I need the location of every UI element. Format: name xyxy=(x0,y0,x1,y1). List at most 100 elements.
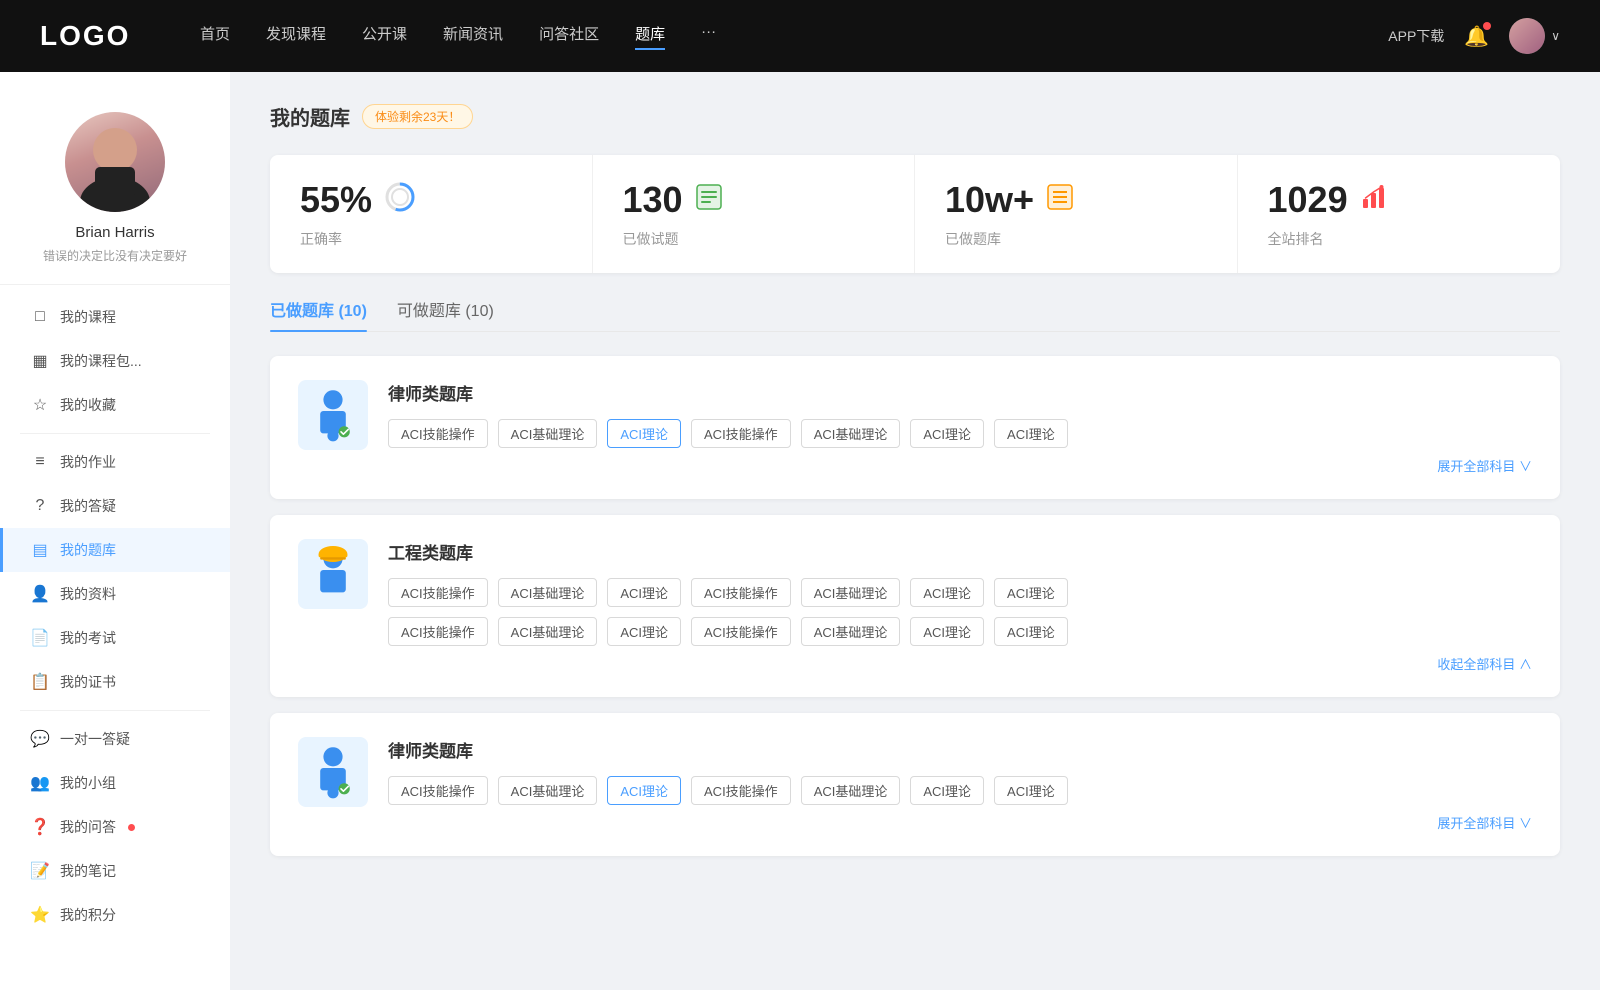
collapse-btn-2[interactable]: 收起全部科目 ∧ xyxy=(388,654,1532,673)
tag-3-6[interactable]: ACI理论 xyxy=(994,776,1068,805)
sidebar-item-qa[interactable]: ? 我的答疑 xyxy=(0,484,230,528)
stat-banks-done: 10w+ 已做题库 xyxy=(915,155,1238,273)
stat-top: 55% xyxy=(300,179,562,221)
sidebar-item-my-course[interactable]: □ 我的课程 xyxy=(0,295,230,339)
sidebar-item-label: 我的考试 xyxy=(60,628,116,648)
qbank-icon: ▤ xyxy=(30,540,50,560)
notification-icon[interactable]: 🔔 xyxy=(1464,24,1489,49)
tag-2b-3[interactable]: ACI技能操作 xyxy=(691,617,791,646)
tag-1-1[interactable]: ACI基础理论 xyxy=(498,419,598,448)
tag-2-0[interactable]: ACI技能操作 xyxy=(388,578,488,607)
sidebar-divider-2 xyxy=(20,710,210,711)
nav-news[interactable]: 新闻资讯 xyxy=(443,23,503,50)
sidebar-item-label: 我的题库 xyxy=(60,540,116,560)
main-nav: 首页 发现课程 公开课 新闻资讯 问答社区 题库 ··· xyxy=(200,23,1388,50)
page-title-row: 我的题库 体验剩余23天！ xyxy=(270,102,1560,131)
nav-open-course[interactable]: 公开课 xyxy=(362,23,407,50)
sidebar-item-notes[interactable]: 📝 我的笔记 xyxy=(0,849,230,893)
sidebar-item-exam[interactable]: 📄 我的考试 xyxy=(0,616,230,660)
expand-btn-3[interactable]: 展开全部科目 ∨ xyxy=(388,813,1532,832)
sidebar-item-group[interactable]: 👥 我的小组 xyxy=(0,761,230,805)
sidebar-item-label: 我的收藏 xyxy=(60,395,116,415)
stat-num-questions: 130 xyxy=(623,179,683,221)
certificate-icon: 📋 xyxy=(30,672,50,692)
tag-3-2[interactable]: ACI理论 xyxy=(607,776,681,805)
nav-qbank[interactable]: 题库 xyxy=(635,23,665,50)
notes-icon: 📝 xyxy=(30,861,50,881)
trial-badge: 体验剩余23天！ xyxy=(362,104,473,129)
tag-3-4[interactable]: ACI基础理论 xyxy=(801,776,901,805)
tag-2-5[interactable]: ACI理论 xyxy=(910,578,984,607)
tag-1-4[interactable]: ACI基础理论 xyxy=(801,419,901,448)
user-avatar xyxy=(1509,18,1545,54)
points-icon: ⭐ xyxy=(30,905,50,925)
app-download-btn[interactable]: APP下载 xyxy=(1388,26,1444,46)
qbank-body-3: 律师类题库 ACI技能操作 ACI基础理论 ACI理论 ACI技能操作 ACI基… xyxy=(388,737,1532,832)
tag-2b-2[interactable]: ACI理论 xyxy=(607,617,681,646)
expand-btn-1[interactable]: 展开全部科目 ∨ xyxy=(388,456,1532,475)
star-icon: ☆ xyxy=(30,395,50,415)
profile-motto: 错误的决定比没有决定要好 xyxy=(43,247,187,264)
banks-icon xyxy=(1046,183,1074,217)
tag-2-3[interactable]: ACI技能操作 xyxy=(691,578,791,607)
nav-qa[interactable]: 问答社区 xyxy=(539,23,599,50)
tag-1-5[interactable]: ACI理论 xyxy=(910,419,984,448)
sidebar-item-course-pack[interactable]: ▦ 我的课程包... xyxy=(0,339,230,383)
tag-2-6[interactable]: ACI理论 xyxy=(994,578,1068,607)
tag-2b-5[interactable]: ACI理论 xyxy=(910,617,984,646)
qbank-tags-row2: ACI技能操作 ACI基础理论 ACI理论 ACI技能操作 ACI基础理论 AC… xyxy=(388,617,1532,646)
tag-2b-4[interactable]: ACI基础理论 xyxy=(801,617,901,646)
stat-top-4: 1029 xyxy=(1268,179,1531,221)
tag-2b-6[interactable]: ACI理论 xyxy=(994,617,1068,646)
sidebar-item-label: 我的课程包... xyxy=(60,351,142,371)
tag-2-4[interactable]: ACI基础理论 xyxy=(801,578,901,607)
sidebar-item-tutor[interactable]: 💬 一对一答疑 xyxy=(0,717,230,761)
user-avatar-menu[interactable]: ∨ xyxy=(1509,18,1560,54)
sidebar-item-certificate[interactable]: 📋 我的证书 xyxy=(0,660,230,704)
stat-accuracy: 55% 正确率 xyxy=(270,155,593,273)
tag-3-1[interactable]: ACI基础理论 xyxy=(498,776,598,805)
tag-1-3[interactable]: ACI技能操作 xyxy=(691,419,791,448)
qbank-header: 律师类题库 ACI技能操作 ACI基础理论 ACI理论 ACI技能操作 ACI基… xyxy=(298,380,1532,475)
sidebar-item-my-qa[interactable]: ❓ 我的问答 xyxy=(0,805,230,849)
logo: LOGO xyxy=(40,20,160,52)
sidebar-item-points[interactable]: ⭐ 我的积分 xyxy=(0,893,230,937)
sidebar-item-homework[interactable]: ≡ 我的作业 xyxy=(0,440,230,484)
exam-icon: 📄 xyxy=(30,628,50,648)
tag-2b-1[interactable]: ACI基础理论 xyxy=(498,617,598,646)
tag-2-1[interactable]: ACI基础理论 xyxy=(498,578,598,607)
profile-icon: 👤 xyxy=(30,584,50,604)
tag-1-0[interactable]: ACI技能操作 xyxy=(388,419,488,448)
stat-label-questions: 已做试题 xyxy=(623,229,885,249)
tab-available-banks[interactable]: 可做题库 (10) xyxy=(397,297,494,331)
tag-2b-0[interactable]: ACI技能操作 xyxy=(388,617,488,646)
nav-discover[interactable]: 发现课程 xyxy=(266,23,326,50)
sidebar-item-label: 我的答疑 xyxy=(60,496,116,516)
sidebar-item-qbank[interactable]: ▤ 我的题库 xyxy=(0,528,230,572)
sidebar-item-profile[interactable]: 👤 我的资料 xyxy=(0,572,230,616)
tag-1-2[interactable]: ACI理论 xyxy=(607,419,681,448)
stat-label-rank: 全站排名 xyxy=(1268,229,1531,249)
nav-home[interactable]: 首页 xyxy=(200,23,230,50)
sidebar-item-label: 我的积分 xyxy=(60,905,116,925)
sidebar-item-label: 我的小组 xyxy=(60,773,116,793)
sidebar-item-favorites[interactable]: ☆ 我的收藏 xyxy=(0,383,230,427)
tag-3-5[interactable]: ACI理论 xyxy=(910,776,984,805)
chevron-down-icon: ∨ xyxy=(1551,29,1560,43)
qbank-icon-engineer xyxy=(298,539,368,609)
stats-row: 55% 正确率 130 xyxy=(270,155,1560,273)
tag-2-2[interactable]: ACI理论 xyxy=(607,578,681,607)
main-content: 我的题库 体验剩余23天！ 55% 正确率 xyxy=(230,72,1600,990)
header-right: APP下载 🔔 ∨ xyxy=(1388,18,1560,54)
tag-1-6[interactable]: ACI理论 xyxy=(994,419,1068,448)
sidebar-item-label: 我的问答 xyxy=(60,817,116,837)
nav-more[interactable]: ··· xyxy=(701,23,716,50)
sidebar-item-label: 我的证书 xyxy=(60,672,116,692)
tab-done-banks[interactable]: 已做题库 (10) xyxy=(270,297,367,331)
questions-icon xyxy=(695,183,723,217)
tag-3-0[interactable]: ACI技能操作 xyxy=(388,776,488,805)
qbank-body: 律师类题库 ACI技能操作 ACI基础理论 ACI理论 ACI技能操作 ACI基… xyxy=(388,380,1532,475)
qbank-card-engineer: 工程类题库 ACI技能操作 ACI基础理论 ACI理论 ACI技能操作 ACI基… xyxy=(270,515,1560,697)
qbank-card-lawyer-2: 律师类题库 ACI技能操作 ACI基础理论 ACI理论 ACI技能操作 ACI基… xyxy=(270,713,1560,856)
tag-3-3[interactable]: ACI技能操作 xyxy=(691,776,791,805)
